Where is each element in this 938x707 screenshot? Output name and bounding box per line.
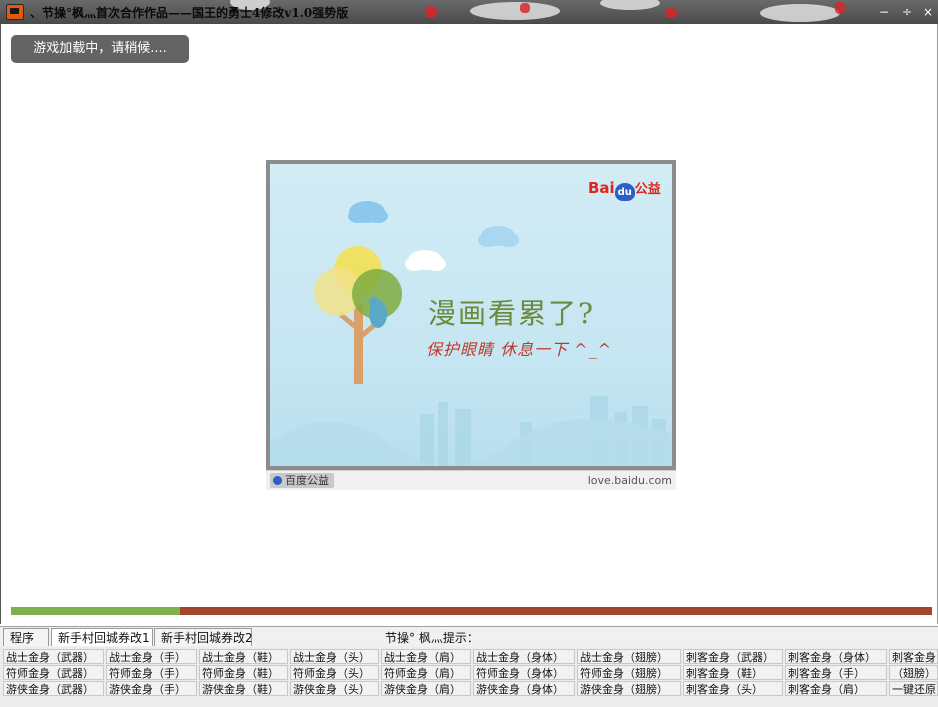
cheat-button[interactable]: 符师金身（肩） — [381, 665, 471, 680]
cheat-button[interactable]: 游侠金身（武器） — [3, 681, 104, 696]
cheat-button[interactable]: 战士金身（翅膀） — [577, 649, 681, 664]
button-row-1: 战士金身（武器） 战士金身（手） 战士金身（鞋） 战士金身（头） 战士金身（肩） 战士金身… — [0, 649, 938, 665]
cheat-button[interactable]: 刺客金身（身体） — [785, 649, 887, 664]
baidu-ad-banner[interactable]: Bai du 公益 漫画看累了? 保护眼睛 休息一下 ^_^ 百度公益 love.b… — [266, 160, 676, 490]
cheat-button-grid: 战士金身（武器） 战士金身（手） 战士金身（鞋） 战士金身（头） 战士金身（肩） 战士金身… — [0, 647, 938, 707]
cheat-button[interactable]: 战士金身（手） — [106, 649, 197, 664]
button-row-2: 符师金身（武器） 符师金身（手） 符师金身（鞋） 符师金身（头） 符师金身（肩） 符师金身… — [0, 665, 938, 681]
cheat-button[interactable]: 战士金身（肩） — [381, 649, 471, 664]
cheat-button[interactable]: 游侠金身（翅膀） — [577, 681, 681, 696]
baidu-logo-paw: du — [614, 183, 635, 201]
cheat-button[interactable]: 刺客金身 — [889, 649, 938, 664]
decorative-blot — [470, 2, 560, 20]
loading-toast: 游戏加载中，请稍候.... — [11, 35, 189, 63]
hint-label: 节操° 枫灬提示： — [385, 631, 479, 645]
loading-progress-fill — [11, 607, 181, 615]
cheat-button[interactable]: 一键还原 — [889, 681, 938, 696]
tab-strip: 程序 新手村回城券改1 新手村回城券改2 节操° 枫灬提示： — [0, 626, 938, 647]
button-row-3: 游侠金身（武器） 游侠金身（手） 游侠金身（鞋） 游侠金身（头） 游侠金身（肩） 游侠金身… — [0, 681, 938, 697]
baidu-logo: Bai du 公益 — [588, 178, 661, 201]
decorative-petal — [425, 6, 437, 18]
cheat-button[interactable]: 战士金身（身体） — [473, 649, 575, 664]
decorative-blot — [600, 0, 660, 10]
ad-footer: 百度公益 love.baidu.com — [266, 470, 676, 490]
cheat-button[interactable]: （翅膀） — [889, 665, 938, 680]
cheat-button[interactable]: 战士金身（鞋） — [199, 649, 288, 664]
cheat-button[interactable]: 战士金身（头） — [290, 649, 379, 664]
app-icon — [6, 4, 24, 20]
baidu-logo-bai: Bai — [588, 179, 615, 197]
ad-subline: 保护眼睛 休息一下 ^_^ — [426, 340, 612, 359]
window-left-border — [0, 24, 1, 624]
cheat-button[interactable]: 刺客金身（鞋） — [683, 665, 783, 680]
title-bar: 、节操°枫灬首次合作作品——国王的勇士4修改v1.0强势版 − ÷ × — [0, 0, 938, 24]
tab-novice-return-1[interactable]: 新手村回城券改1 — [51, 628, 153, 646]
minimize-button[interactable]: − — [876, 4, 892, 20]
baidu-logo-suffix: 公益 — [634, 182, 661, 197]
decorative-petal — [835, 2, 845, 14]
cheat-button[interactable]: 游侠金身（手） — [106, 681, 197, 696]
cheat-button[interactable]: 游侠金身（头） — [290, 681, 379, 696]
ad-frame: Bai du 公益 漫画看累了? 保护眼睛 休息一下 ^_^ — [266, 160, 676, 470]
cheat-button[interactable]: 战士金身（武器） — [3, 649, 104, 664]
decorative-blot — [760, 4, 840, 22]
cheat-button[interactable]: 游侠金身（身体） — [473, 681, 575, 696]
cheat-button[interactable]: 刺客金身（手） — [785, 665, 887, 680]
restore-button[interactable]: ÷ — [899, 4, 915, 20]
cheat-button[interactable]: 符师金身（翅膀） — [577, 665, 681, 680]
decorative-petal — [520, 3, 530, 13]
cheat-button[interactable]: 刺客金身（头） — [683, 681, 783, 696]
tree-trunk — [354, 304, 363, 384]
cheat-button[interactable]: 游侠金身（鞋） — [199, 681, 288, 696]
cheat-button[interactable]: 符师金身（头） — [290, 665, 379, 680]
ad-footer-tag-label: 百度公益 — [285, 474, 329, 487]
cheat-button[interactable]: 刺客金身（肩） — [785, 681, 887, 696]
ad-footer-url[interactable]: love.baidu.com — [588, 474, 672, 487]
paw-icon — [273, 476, 282, 485]
ad-footer-tag[interactable]: 百度公益 — [270, 473, 334, 488]
close-button[interactable]: × — [920, 4, 936, 20]
window-title: 、节操°枫灬首次合作作品——国王的勇士4修改v1.0强势版 — [30, 6, 349, 20]
decorative-petal — [665, 8, 677, 18]
cheat-button[interactable]: 游侠金身（肩） — [381, 681, 471, 696]
tab-program[interactable]: 程序 — [3, 628, 49, 646]
cheat-button[interactable]: 符师金身（身体） — [473, 665, 575, 680]
cheat-button[interactable]: 符师金身（武器） — [3, 665, 104, 680]
cheat-button[interactable]: 符师金身（鞋） — [199, 665, 288, 680]
ad-illustration: Bai du 公益 漫画看累了? 保护眼睛 休息一下 ^_^ — [270, 164, 672, 466]
cheat-button[interactable]: 刺客金身（武器） — [683, 649, 783, 664]
tab-novice-return-2[interactable]: 新手村回城券改2 — [154, 628, 253, 646]
ad-headline: 漫画看累了? — [428, 297, 596, 330]
cheat-button[interactable]: 符师金身（手） — [106, 665, 197, 680]
loading-progress-bar — [11, 607, 932, 615]
